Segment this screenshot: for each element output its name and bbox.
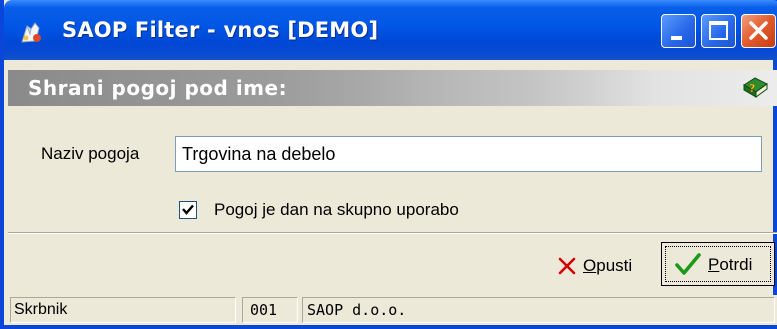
close-button[interactable] bbox=[741, 14, 776, 48]
potrdi-label: Potrdi bbox=[708, 255, 753, 274]
potrdi-button[interactable]: Potrdi bbox=[661, 242, 775, 286]
opusti-label: Opusti bbox=[583, 256, 633, 275]
shared-use-label[interactable]: Pogoj je dan na skupno uporabo bbox=[214, 198, 459, 222]
naziv-pogoja-label: Naziv pogoja bbox=[41, 144, 140, 163]
maximize-button[interactable] bbox=[701, 14, 736, 48]
dialog-window: SAOP Filter - vnos [DEMO] Shrani pogoj p… bbox=[0, 0, 777, 329]
naziv-pogoja-input[interactable] bbox=[175, 136, 762, 172]
header-title: Shrani pogoj pod ime: bbox=[28, 76, 288, 100]
status-company: SAOP d.o.o. bbox=[302, 297, 775, 323]
status-code: 001 bbox=[242, 297, 298, 323]
green-check-icon bbox=[675, 253, 701, 275]
checkmark-icon bbox=[182, 204, 194, 215]
red-x-icon bbox=[558, 257, 576, 275]
title-bar[interactable]: SAOP Filter - vnos [DEMO] bbox=[4, 0, 777, 60]
divider bbox=[8, 232, 777, 234]
opusti-button[interactable]: Opusti bbox=[554, 248, 654, 284]
svg-text:?: ? bbox=[749, 82, 755, 95]
header-band: Shrani pogoj pod ime: ? bbox=[8, 70, 777, 106]
close-icon bbox=[749, 21, 768, 40]
help-book-icon[interactable]: ? bbox=[741, 75, 769, 101]
shared-use-checkbox[interactable] bbox=[179, 201, 197, 219]
saop-app-icon[interactable] bbox=[18, 20, 44, 46]
minimize-button[interactable] bbox=[661, 14, 696, 48]
minimize-icon bbox=[671, 36, 682, 40]
maximize-icon bbox=[709, 21, 728, 40]
status-user: Skrbnik bbox=[10, 297, 236, 323]
window-title: SAOP Filter - vnos [DEMO] bbox=[62, 18, 379, 42]
status-bar: Skrbnik 001 SAOP d.o.o. bbox=[8, 295, 777, 325]
